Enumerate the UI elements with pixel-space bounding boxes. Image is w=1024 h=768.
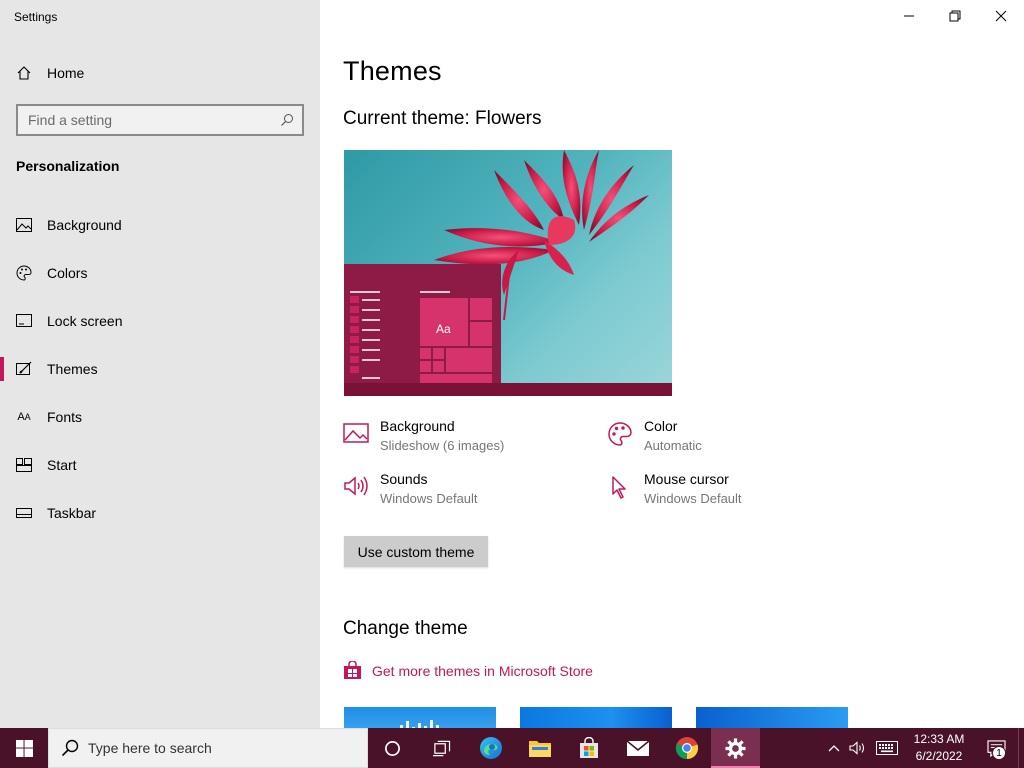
sidebar-item-label: Start — [47, 457, 77, 473]
background-property[interactable]: Background Slideshow (6 images) — [343, 417, 504, 455]
current-theme-heading: Current theme: Flowers — [343, 108, 542, 129]
find-setting-input[interactable] — [28, 112, 280, 128]
store-link-label: Get more themes in Microsoft Store — [372, 662, 593, 679]
clock-date: 6/2/2022 — [915, 749, 963, 763]
show-hidden-icons-button[interactable] — [822, 728, 846, 768]
show-desktop-button[interactable] — [1018, 728, 1024, 768]
color-title: Color — [644, 418, 678, 434]
color-value: Automatic — [644, 438, 702, 453]
store-bag-icon — [343, 661, 362, 680]
settings-window: Settings Home Personalization Background — [0, 0, 1024, 728]
home-label: Home — [47, 65, 85, 81]
window-title: Settings — [14, 10, 58, 24]
sidebar-item-background[interactable]: Background — [0, 201, 320, 249]
clock[interactable]: 12:33 AM 6/2/2022 — [904, 731, 974, 765]
section-title: Personalization — [16, 158, 120, 174]
get-more-themes-link[interactable]: Get more themes in Microsoft Store — [343, 661, 593, 680]
windows-logo-icon — [15, 739, 33, 757]
fonts-icon: AA — [17, 411, 31, 423]
volume-button[interactable] — [846, 728, 870, 768]
palette-icon — [607, 421, 633, 447]
keyboard-icon — [876, 741, 898, 755]
microsoft-store-button[interactable] — [564, 728, 613, 768]
color-property[interactable]: Color Automatic — [607, 417, 702, 455]
sidebar-item-taskbar[interactable]: Taskbar — [0, 489, 320, 537]
theme-thumbnail[interactable] — [696, 707, 848, 728]
sidebar-item-fonts[interactable]: AA Fonts — [0, 393, 320, 441]
cortana-icon — [385, 740, 400, 756]
personalization-nav: Background Colors Lock screen Themes A A… — [0, 201, 320, 537]
sidebar-item-label: Fonts — [47, 409, 83, 425]
picture-icon — [343, 421, 369, 447]
home-link[interactable]: Home — [16, 62, 84, 84]
sidebar-item-label: Themes — [47, 361, 98, 377]
chrome-icon — [675, 737, 698, 760]
background-value: Slideshow (6 images) — [380, 438, 505, 453]
sounds-title: Sounds — [380, 471, 428, 487]
taskbar-search-input[interactable] — [88, 740, 338, 756]
use-custom-theme-button[interactable]: Use custom theme — [344, 536, 488, 567]
mouse-cursor-value: Windows Default — [644, 491, 742, 506]
system-tray: 12:33 AM 6/2/2022 1 — [822, 728, 1024, 768]
action-center-button[interactable]: 1 — [974, 728, 1018, 768]
page-title: Themes — [343, 56, 442, 86]
taskbar-icon — [16, 505, 32, 521]
touch-keyboard-button[interactable] — [870, 728, 904, 768]
volume-icon — [849, 741, 865, 755]
theme-thumbnail[interactable] — [520, 707, 672, 728]
edge-button[interactable] — [466, 728, 515, 768]
sounds-value: Windows Default — [380, 491, 478, 506]
sidebar: Settings Home Personalization Background — [0, 0, 320, 728]
cortana-button[interactable] — [368, 728, 417, 768]
task-view-icon — [433, 740, 451, 756]
picture-icon — [16, 217, 32, 233]
clock-time: 12:33 AM — [913, 732, 965, 746]
mouse-cursor-property[interactable]: Mouse cursor Windows Default — [607, 470, 742, 508]
taskbar-apps — [368, 728, 760, 768]
theme-thumbnails — [344, 707, 872, 728]
flower-illustration — [344, 150, 672, 396]
sidebar-item-start[interactable]: Start — [0, 441, 320, 489]
preview-sample-text: Aa — [436, 322, 451, 336]
file-explorer-button[interactable] — [515, 728, 564, 768]
settings-taskbar-button[interactable] — [711, 728, 760, 768]
chevron-up-icon — [828, 745, 840, 752]
main-content: Themes Current theme: Flowers Aa Backgro… — [343, 0, 1003, 728]
sidebar-item-lock-screen[interactable]: Lock screen — [0, 297, 320, 345]
mail-button[interactable] — [613, 728, 662, 768]
sidebar-item-label: Colors — [47, 265, 88, 281]
chrome-button[interactable] — [662, 728, 711, 768]
lock-screen-icon — [16, 313, 32, 329]
sidebar-item-label: Background — [47, 217, 122, 233]
sidebar-item-label: Lock screen — [47, 313, 123, 329]
speaker-icon — [343, 474, 369, 500]
change-theme-heading: Change theme — [343, 618, 468, 639]
themes-icon — [16, 361, 32, 377]
sidebar-item-themes[interactable]: Themes — [0, 345, 320, 393]
cursor-icon — [607, 474, 633, 500]
mail-icon — [625, 740, 650, 756]
store-icon — [579, 737, 598, 758]
background-title: Background — [380, 418, 455, 434]
sounds-property[interactable]: Sounds Windows Default — [343, 470, 478, 508]
start-icon — [16, 457, 32, 473]
notification-count-badge: 1 — [992, 746, 1006, 760]
search-icon[interactable] — [280, 113, 294, 127]
theme-thumbnail[interactable] — [344, 707, 496, 728]
home-icon — [16, 65, 32, 81]
theme-preview-image: Aa — [344, 150, 672, 396]
find-setting-search[interactable] — [16, 104, 304, 136]
edge-icon — [479, 737, 502, 759]
task-view-button[interactable] — [417, 728, 466, 768]
start-button[interactable] — [0, 728, 48, 768]
palette-icon — [16, 265, 32, 281]
search-icon — [61, 739, 79, 757]
file-explorer-icon — [528, 741, 551, 757]
settings-gear-icon — [725, 737, 746, 759]
taskbar: 12:33 AM 6/2/2022 1 — [0, 728, 1024, 768]
sidebar-item-label: Taskbar — [47, 505, 97, 521]
taskbar-search-box[interactable] — [48, 728, 368, 768]
sidebar-item-colors[interactable]: Colors — [0, 249, 320, 297]
mouse-cursor-title: Mouse cursor — [644, 471, 729, 487]
